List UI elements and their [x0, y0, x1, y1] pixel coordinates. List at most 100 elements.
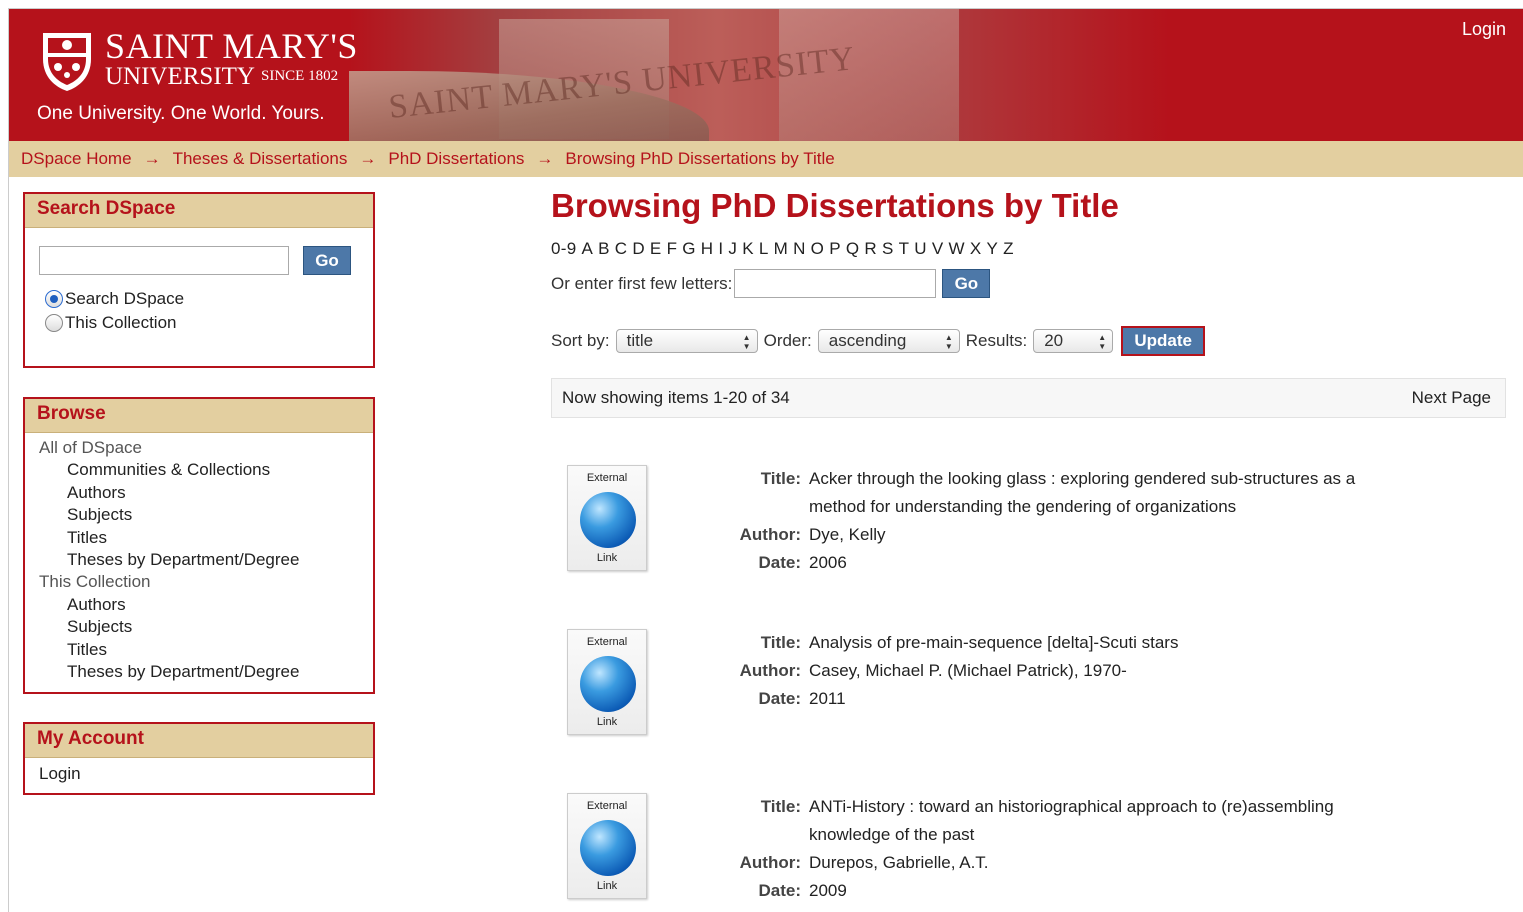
alpha-l[interactable]: L	[759, 239, 769, 258]
main-content: Browsing PhD Dissertations by Title 0-9 A…	[551, 187, 1511, 418]
item-title-link[interactable]: ANTi-History : toward an historiographic…	[809, 793, 1409, 849]
browse-subjects-link[interactable]: Subjects	[39, 504, 359, 526]
browse-titles-link[interactable]: Titles	[39, 527, 359, 549]
browse-box: Browse All of DSpace Communities & Colle…	[23, 397, 375, 694]
first-letters-label: Or enter first few letters:	[551, 273, 733, 293]
header-login-link[interactable]: Login	[1462, 19, 1506, 40]
collection-theses-dept-link[interactable]: Theses by Department/Degree	[39, 661, 359, 683]
alpha-a[interactable]: A	[581, 239, 593, 258]
account-login-link[interactable]: Login	[39, 764, 359, 784]
pagination-bar: Now showing items 1-20 of 34 Next Page	[551, 378, 1506, 418]
breadcrumb-theses[interactable]: Theses & Dissertations	[173, 149, 348, 168]
item-title-link[interactable]: Acker through the looking glass : explor…	[809, 465, 1409, 521]
alphabet-jump-bar: 0-9 A B C D E F G H I J K L M N O P Q R S T U V W X Y Z	[551, 239, 1511, 259]
alpha-w[interactable]: W	[948, 239, 964, 258]
alpha-o[interactable]: O	[811, 239, 825, 258]
alpha-f[interactable]: F	[667, 239, 678, 258]
sort-controls: Sort by: title ▲ ▼ Order: ascending ▲ ▼ Resu…	[551, 326, 1511, 356]
sidebar-search-input[interactable]	[39, 246, 289, 275]
select-arrows-icon: ▲ ▼	[944, 333, 953, 351]
alpha-d[interactable]: D	[632, 239, 645, 258]
breadcrumb: DSpace Home → Theses & Dissertations → PhD D…	[9, 141, 1523, 177]
site-header: SAINT MARY'S UNIVERSITY SAINT MARY'S UNI…	[9, 9, 1523, 141]
radio-unselected-icon[interactable]	[45, 314, 63, 332]
author-label: Author:	[739, 853, 801, 872]
results-label: Results:	[965, 331, 1028, 350]
alpha-c[interactable]: C	[615, 239, 628, 258]
search-box-title: Search DSpace	[25, 194, 373, 228]
page-title: Browsing PhD Dissertations by Title	[551, 187, 1119, 224]
results-select[interactable]: 20 ▲ ▼	[1033, 329, 1114, 353]
author-label: Author:	[739, 525, 801, 544]
alpha-g[interactable]: G	[682, 239, 696, 258]
first-letters-row: Or enter first few letters: Go	[551, 269, 1511, 298]
alpha-q[interactable]: Q	[846, 239, 860, 258]
alpha-z[interactable]: Z	[1003, 239, 1014, 258]
item-title-link[interactable]: Analysis of pre-main-sequence [delta]-Sc…	[809, 629, 1409, 657]
title-label: Title:	[760, 797, 801, 816]
first-letters-go-button[interactable]: Go	[942, 269, 991, 298]
collection-authors-link[interactable]: Authors	[39, 594, 359, 616]
collection-subjects-link[interactable]: Subjects	[39, 616, 359, 638]
item-author: Casey, Michael P. (Michael Patrick), 197…	[809, 661, 1127, 680]
alpha-i[interactable]: I	[718, 239, 723, 258]
alpha-y[interactable]: Y	[986, 239, 998, 258]
alpha-v[interactable]: V	[932, 239, 944, 258]
alpha-x[interactable]: X	[970, 239, 982, 258]
order-label: Order:	[763, 331, 812, 350]
alpha-e[interactable]: E	[650, 239, 662, 258]
university-name[interactable]: SAINT MARY'S	[105, 25, 358, 67]
next-page-link[interactable]: Next Page	[1412, 388, 1491, 408]
university-subname: UNIVERSITY SINCE 1802	[105, 63, 339, 90]
browse-theses-dept-link[interactable]: Theses by Department/Degree	[39, 549, 359, 571]
browse-communities-link[interactable]: Communities & Collections	[39, 459, 359, 481]
alpha-k[interactable]: K	[742, 239, 754, 258]
alpha-b[interactable]: B	[598, 239, 610, 258]
sidebar-search-go-button[interactable]: Go	[303, 246, 351, 275]
collection-titles-link[interactable]: Titles	[39, 639, 359, 661]
item-author: Durepos, Gabrielle, A.T.	[809, 853, 989, 872]
browse-all-dspace-label: All of DSpace	[39, 438, 142, 457]
sort-by-label: Sort by:	[551, 331, 610, 350]
alpha-0-9[interactable]: 0-9	[551, 239, 576, 258]
alpha-m[interactable]: M	[774, 239, 788, 258]
alpha-p[interactable]: P	[829, 239, 841, 258]
breadcrumb-phd[interactable]: PhD Dissertations	[388, 149, 524, 168]
radio-selected-icon[interactable]	[45, 290, 63, 308]
external-link-thumbnail[interactable]: External Link	[567, 465, 647, 571]
sort-by-select[interactable]: title ▲ ▼	[615, 329, 758, 353]
account-box-title: My Account	[25, 724, 373, 758]
breadcrumb-current[interactable]: Browsing PhD Dissertations by Title	[565, 149, 834, 168]
title-label: Title:	[760, 469, 801, 488]
university-crest-icon[interactable]	[39, 29, 95, 93]
alpha-t[interactable]: T	[899, 239, 910, 258]
showing-count: Now showing items 1-20 of 34	[562, 388, 790, 407]
alpha-j[interactable]: J	[728, 239, 737, 258]
first-letters-input[interactable]	[734, 269, 937, 298]
globe-icon	[580, 492, 636, 548]
breadcrumb-dspace-home[interactable]: DSpace Home	[21, 149, 132, 168]
header-banner-image: SAINT MARY'S UNIVERSITY	[349, 9, 1169, 141]
date-label: Date:	[758, 553, 801, 572]
external-link-thumbnail[interactable]: External Link	[567, 629, 647, 735]
title-label: Title:	[760, 633, 801, 652]
alpha-h[interactable]: H	[701, 239, 714, 258]
date-label: Date:	[758, 689, 801, 708]
item-date: 2009	[809, 881, 847, 900]
order-select[interactable]: ascending ▲ ▼	[817, 329, 960, 353]
select-arrows-icon: ▲ ▼	[742, 333, 751, 351]
page-frame: SAINT MARY'S UNIVERSITY SAINT MARY'S UNI…	[8, 8, 1523, 912]
radio-search-dspace[interactable]: Search DSpace	[39, 289, 359, 309]
alpha-r[interactable]: R	[864, 239, 877, 258]
radio-this-collection[interactable]: This Collection	[39, 313, 359, 333]
breadcrumb-separator: →	[359, 149, 377, 168]
alpha-u[interactable]: U	[914, 239, 927, 258]
globe-icon	[580, 820, 636, 876]
search-box: Search DSpace Go Search DSpace This Coll…	[23, 192, 375, 368]
browse-authors-link[interactable]: Authors	[39, 482, 359, 504]
browse-box-title: Browse	[25, 399, 373, 433]
update-button[interactable]: Update	[1121, 326, 1206, 356]
external-link-thumbnail[interactable]: External Link	[567, 793, 647, 899]
alpha-n[interactable]: N	[793, 239, 806, 258]
alpha-s[interactable]: S	[882, 239, 894, 258]
